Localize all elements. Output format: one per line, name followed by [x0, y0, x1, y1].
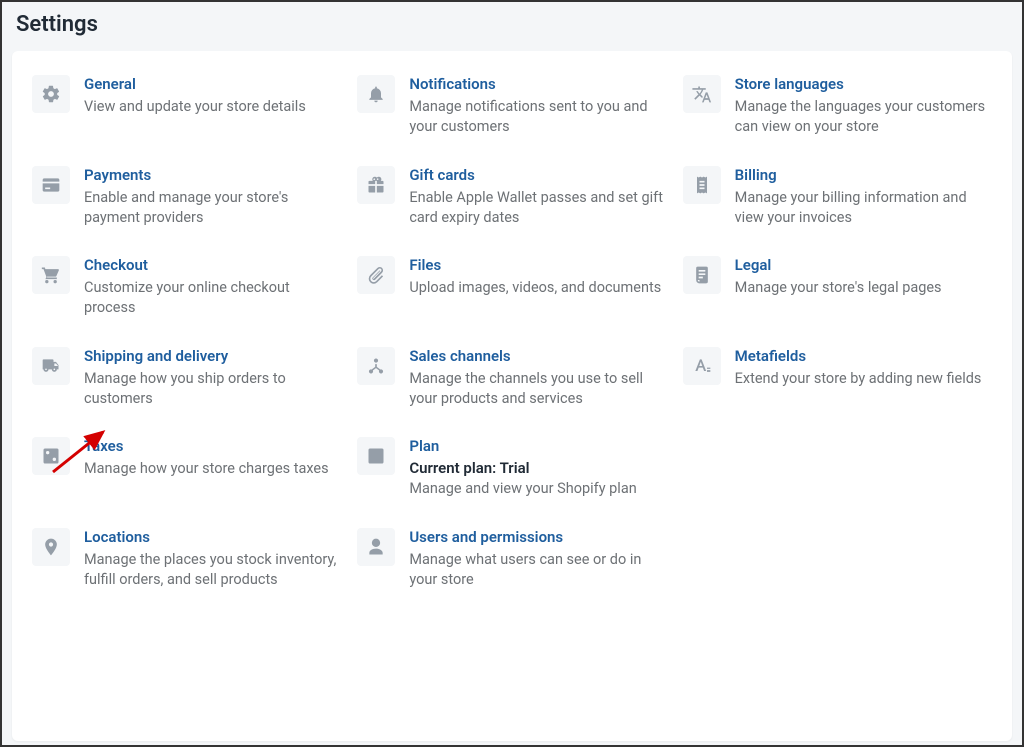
text-format-icon	[683, 347, 721, 385]
item-title: Locations	[84, 528, 341, 546]
item-title: Payments	[84, 166, 341, 184]
settings-item-billing[interactable]: Billing Manage your billing information …	[683, 166, 992, 229]
truck-icon	[32, 347, 70, 385]
item-title: Plan	[409, 437, 666, 455]
receipt-icon	[683, 166, 721, 204]
item-desc: Manage what users can see or do in your …	[409, 550, 666, 591]
settings-card: General View and update your store detai…	[12, 51, 1012, 741]
item-desc: Manage the channels you use to sell your…	[409, 369, 666, 410]
item-title: Gift cards	[409, 166, 666, 184]
item-desc: Enable and manage your store's payment p…	[84, 188, 341, 229]
item-desc: Manage notifications sent to you and you…	[409, 97, 666, 138]
cart-icon	[32, 256, 70, 294]
item-desc: View and update your store details	[84, 97, 341, 117]
settings-item-notifications[interactable]: Notifications Manage notifications sent …	[357, 75, 666, 138]
settings-item-files[interactable]: Files Upload images, videos, and documen…	[357, 256, 666, 319]
item-title: Billing	[735, 166, 992, 184]
item-title: Store languages	[735, 75, 992, 93]
item-title: Taxes	[84, 437, 341, 455]
settings-item-users[interactable]: Users and permissions Manage what users …	[357, 528, 666, 591]
item-desc: Manage your store's legal pages	[735, 278, 992, 298]
item-desc: Customize your online checkout process	[84, 278, 341, 319]
item-title: Shipping and delivery	[84, 347, 341, 365]
item-desc: Manage the languages your customers can …	[735, 97, 992, 138]
item-title: Sales channels	[409, 347, 666, 365]
item-title: Checkout	[84, 256, 341, 274]
item-title: Notifications	[409, 75, 666, 93]
gift-icon	[357, 166, 395, 204]
item-title: Legal	[735, 256, 992, 274]
item-desc: Manage and view your Shopify plan	[409, 479, 666, 499]
list-icon	[357, 437, 395, 475]
settings-item-legal[interactable]: Legal Manage your store's legal pages	[683, 256, 992, 319]
nodes-icon	[357, 347, 395, 385]
item-desc: Manage your billing information and view…	[735, 188, 992, 229]
settings-item-general[interactable]: General View and update your store detai…	[32, 75, 341, 138]
attachment-icon	[357, 256, 395, 294]
settings-item-sales-channels[interactable]: Sales channels Manage the channels you u…	[357, 347, 666, 410]
item-title: Users and permissions	[409, 528, 666, 546]
settings-item-giftcards[interactable]: Gift cards Enable Apple Wallet passes an…	[357, 166, 666, 229]
item-desc: Enable Apple Wallet passes and set gift …	[409, 188, 666, 229]
settings-item-languages[interactable]: Store languages Manage the languages you…	[683, 75, 992, 138]
settings-item-shipping[interactable]: Shipping and delivery Manage how you shi…	[32, 347, 341, 410]
settings-item-payments[interactable]: Payments Enable and manage your store's …	[32, 166, 341, 229]
bell-icon	[357, 75, 395, 113]
item-title: General	[84, 75, 341, 93]
gear-icon	[32, 75, 70, 113]
settings-item-taxes[interactable]: Taxes Manage how your store charges taxe…	[32, 437, 341, 499]
settings-item-metafields[interactable]: Metafields Extend your store by adding n…	[683, 347, 992, 410]
item-desc: Manage how you ship orders to customers	[84, 369, 341, 410]
percent-icon	[32, 437, 70, 475]
item-title: Files	[409, 256, 666, 274]
pin-icon	[32, 528, 70, 566]
settings-item-plan[interactable]: Plan Current plan: Trial Manage and view…	[357, 437, 666, 499]
user-icon	[357, 528, 395, 566]
item-desc: Manage the places you stock inventory, f…	[84, 550, 341, 591]
page-title: Settings	[2, 2, 1022, 43]
translate-icon	[683, 75, 721, 113]
card-icon	[32, 166, 70, 204]
item-desc: Manage how your store charges taxes	[84, 459, 341, 479]
settings-item-checkout[interactable]: Checkout Customize your online checkout …	[32, 256, 341, 319]
item-title: Metafields	[735, 347, 992, 365]
document-icon	[683, 256, 721, 294]
item-desc: Upload images, videos, and documents	[409, 278, 666, 298]
settings-item-locations[interactable]: Locations Manage the places you stock in…	[32, 528, 341, 591]
settings-grid: General View and update your store detai…	[32, 75, 992, 590]
item-subtitle: Current plan: Trial	[409, 459, 666, 477]
item-desc: Extend your store by adding new fields	[735, 369, 992, 389]
